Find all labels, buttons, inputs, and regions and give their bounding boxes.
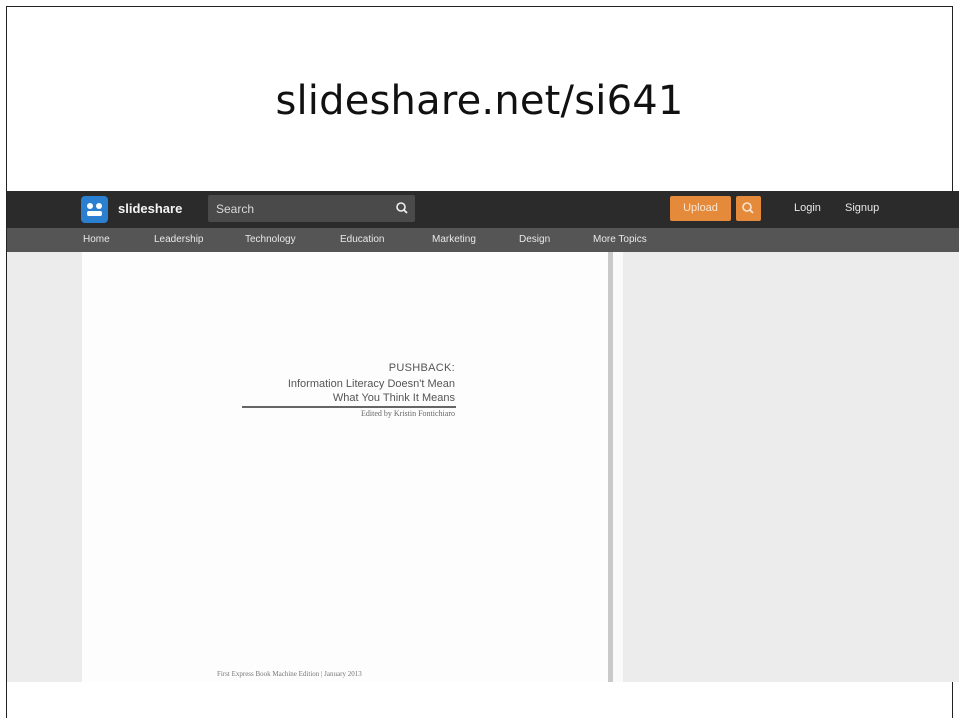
document-page[interactable]: PUSHBACK: Information Literacy Doesn't M… xyxy=(82,252,608,682)
search-icon[interactable] xyxy=(394,200,410,216)
sidebar-panel xyxy=(623,252,959,682)
upload-search-button[interactable] xyxy=(736,196,761,221)
search-box[interactable] xyxy=(208,195,415,222)
nav-item-marketing[interactable]: Marketing xyxy=(432,234,476,245)
brand-name[interactable]: slideshare xyxy=(118,201,182,216)
nav-item-home[interactable]: Home xyxy=(83,234,110,245)
page-edge xyxy=(613,252,623,682)
title-rule xyxy=(242,406,456,408)
book-subtitle-line-1: Information Literacy Doesn't Mean xyxy=(287,378,455,390)
slideshare-logo-icon[interactable] xyxy=(81,196,108,223)
search-input[interactable] xyxy=(208,195,388,222)
topic-nav: Home Leadership Technology Education Mar… xyxy=(7,228,959,252)
book-title: PUSHBACK: xyxy=(388,362,455,374)
top-bar: slideshare Upload Login Signup xyxy=(7,191,959,228)
nav-item-design[interactable]: Design xyxy=(519,234,550,245)
nav-item-more-topics[interactable]: More Topics xyxy=(593,234,647,245)
embedded-screenshot: slideshare Upload Login Signup Home Lead… xyxy=(7,191,959,682)
magnifier-icon xyxy=(742,202,754,214)
book-subtitle-line-2: What You Think It Means xyxy=(332,392,455,404)
book-footer: First Express Book Machine Edition | Jan… xyxy=(217,670,362,678)
nav-item-education[interactable]: Education xyxy=(340,234,384,245)
slide-title: slideshare.net/si641 xyxy=(275,78,684,124)
login-link[interactable]: Login xyxy=(794,202,821,214)
nav-item-technology[interactable]: Technology xyxy=(245,234,296,245)
upload-button[interactable]: Upload xyxy=(670,196,731,221)
book-editor: Edited by Kristin Fontichiaro xyxy=(361,409,455,418)
signup-link[interactable]: Signup xyxy=(845,202,879,214)
nav-item-leadership[interactable]: Leadership xyxy=(154,234,203,245)
